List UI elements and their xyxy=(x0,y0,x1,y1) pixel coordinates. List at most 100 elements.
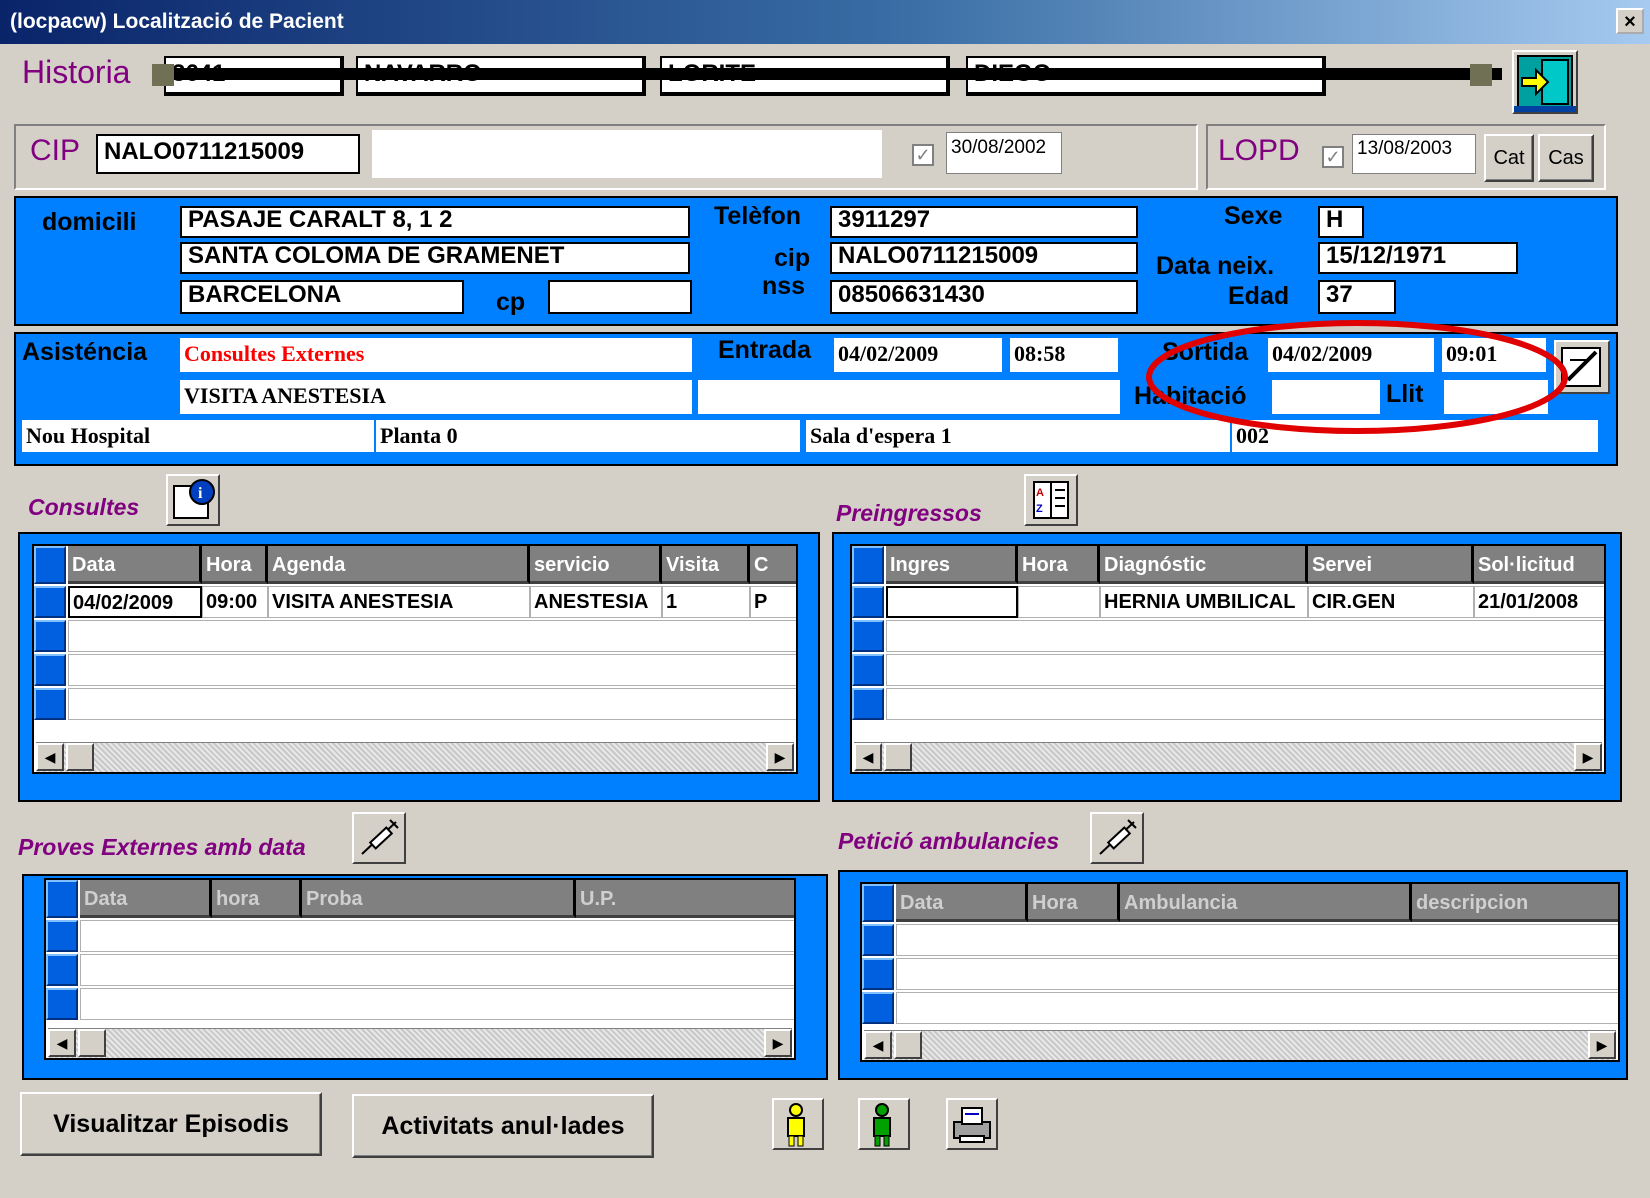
ambulancies-add-button[interactable] xyxy=(1090,812,1144,864)
cas-button[interactable]: Cas xyxy=(1538,134,1594,182)
preingressos-col-diagnostic[interactable]: Diagnóstic xyxy=(1100,546,1308,584)
cip2-field[interactable]: NALO0711215009 xyxy=(830,242,1138,274)
ambulancies-col-data[interactable]: Data xyxy=(896,884,1028,922)
cip-checkbox[interactable]: ✓ xyxy=(912,144,934,166)
consultes-row3[interactable] xyxy=(68,654,796,686)
proves-header-selector[interactable] xyxy=(46,880,78,918)
consultes-row1-data[interactable]: 04/02/2009 xyxy=(68,586,202,618)
address-line1-field[interactable]: PASAJE CARALT 8, 1 2 xyxy=(180,206,690,238)
nss-field[interactable]: 08506631430 xyxy=(830,280,1138,314)
scroll-right-icon[interactable]: ▶ xyxy=(766,743,794,771)
ambulancies-row3-selector[interactable] xyxy=(862,992,894,1024)
ambulancies-header-selector[interactable] xyxy=(862,884,894,922)
data-neix-field[interactable]: 15/12/1971 xyxy=(1318,242,1518,274)
scroll-left-icon[interactable]: ◀ xyxy=(854,743,882,771)
proves-col-up[interactable]: U.P. xyxy=(576,880,794,918)
consultes-col-hora[interactable]: Hora xyxy=(202,546,268,584)
print-button[interactable] xyxy=(946,1098,998,1150)
proves-hscrollbar[interactable]: ◀ ▶ xyxy=(48,1028,792,1058)
person-yellow-button[interactable] xyxy=(772,1098,824,1150)
preingressos-row1-diagnostic[interactable]: HERNIA UMBILICAL xyxy=(1100,586,1308,618)
proves-col-proba[interactable]: Proba xyxy=(302,880,576,918)
preingressos-row2-selector[interactable] xyxy=(852,620,884,652)
proves-row1-selector[interactable] xyxy=(46,920,78,952)
entrada-date-field[interactable]: 04/02/2009 xyxy=(834,338,1002,372)
scroll-left-icon[interactable]: ◀ xyxy=(36,743,64,771)
consultes-row3-selector[interactable] xyxy=(34,654,66,686)
exit-button[interactable] xyxy=(1512,50,1578,114)
consultes-col-data[interactable]: Data xyxy=(68,546,202,584)
consultes-row4-selector[interactable] xyxy=(34,688,66,720)
consultes-row2-selector[interactable] xyxy=(34,620,66,652)
cat-button[interactable]: Cat xyxy=(1484,134,1534,182)
asistencia-sub-field[interactable]: VISITA ANESTESIA xyxy=(180,380,692,414)
scroll-left-icon[interactable]: ◀ xyxy=(864,1031,892,1059)
consultes-info-button[interactable]: i xyxy=(166,474,220,526)
ambulancies-row2[interactable] xyxy=(896,958,1618,990)
preingressos-col-ingres[interactable]: Ingres xyxy=(886,546,1018,584)
preingressos-row1-selector[interactable] xyxy=(852,586,884,618)
ambulancies-row1[interactable] xyxy=(896,924,1618,956)
preingressos-row1-hora[interactable] xyxy=(1018,586,1100,618)
ambulancies-row3[interactable] xyxy=(896,992,1618,1024)
proves-row2-selector[interactable] xyxy=(46,954,78,986)
preingressos-col-servei[interactable]: Servei xyxy=(1308,546,1474,584)
consultes-header-selector[interactable] xyxy=(34,546,66,584)
sexe-field[interactable]: H xyxy=(1318,206,1364,238)
lopd-checkbox[interactable]: ✓ xyxy=(1322,146,1344,168)
consultes-col-c[interactable]: C xyxy=(750,546,796,584)
entrada-time-field[interactable]: 08:58 xyxy=(1010,338,1118,372)
preingressos-row4-selector[interactable] xyxy=(852,688,884,720)
preingressos-row3-selector[interactable] xyxy=(852,654,884,686)
preingressos-sort-button[interactable]: A Z xyxy=(1024,474,1078,526)
consultes-row1-hora[interactable]: 09:00 xyxy=(202,586,268,618)
ambulancies-col-ambulancia[interactable]: Ambulancia xyxy=(1120,884,1412,922)
person-green-button[interactable] xyxy=(858,1098,910,1150)
proves-col-hora[interactable]: hora xyxy=(212,880,302,918)
scroll-thumb[interactable] xyxy=(78,1029,106,1057)
consultes-row1-visita[interactable]: 1 xyxy=(662,586,750,618)
preingressos-row1-ingres[interactable] xyxy=(886,586,1018,618)
preingressos-col-hora[interactable]: Hora xyxy=(1018,546,1100,584)
preingressos-row1-sollicitud[interactable]: 21/01/2008 xyxy=(1474,586,1604,618)
proves-row3[interactable] xyxy=(80,988,794,1020)
scroll-thumb[interactable] xyxy=(894,1031,922,1059)
address-line2-field[interactable]: SANTA COLOMA DE GRAMENET xyxy=(180,242,690,274)
asistencia-type-field[interactable]: Consultes Externes xyxy=(180,338,692,372)
proves-row1[interactable] xyxy=(80,920,794,952)
ambulancies-col-hora[interactable]: Hora xyxy=(1028,884,1120,922)
scroll-thumb[interactable] xyxy=(66,743,94,771)
location-floor-field[interactable]: Planta 0 xyxy=(376,420,800,452)
telefon-field[interactable]: 3911297 xyxy=(830,206,1138,238)
close-button[interactable]: × xyxy=(1616,8,1644,34)
scroll-right-icon[interactable]: ▶ xyxy=(764,1029,792,1057)
scroll-right-icon[interactable]: ▶ xyxy=(1588,1031,1616,1059)
preingressos-row1-servei[interactable]: CIR.GEN xyxy=(1308,586,1474,618)
address-line3-field[interactable]: BARCELONA xyxy=(180,280,464,314)
consultes-col-agenda[interactable]: Agenda xyxy=(268,546,530,584)
consultes-row1-selector[interactable] xyxy=(34,586,66,618)
proves-row3-selector[interactable] xyxy=(46,988,78,1020)
preingressos-hscrollbar[interactable]: ◀ ▶ xyxy=(854,742,1602,772)
proves-add-button[interactable] xyxy=(352,812,406,864)
preingressos-col-sollicitud[interactable]: Sol·licitud xyxy=(1474,546,1604,584)
location-hospital-field[interactable]: Nou Hospital xyxy=(22,420,374,452)
cip-extra-field[interactable] xyxy=(372,130,882,178)
consultes-col-visita[interactable]: Visita xyxy=(662,546,750,584)
proves-col-data[interactable]: Data xyxy=(80,880,212,918)
preingressos-row3[interactable] xyxy=(886,654,1604,686)
consultes-row1-c[interactable]: P xyxy=(750,586,796,618)
ambulancies-row2-selector[interactable] xyxy=(862,958,894,990)
cip-field[interactable]: NALO0711215009 xyxy=(96,134,360,174)
scroll-left-icon[interactable]: ◀ xyxy=(48,1029,76,1057)
preingressos-row4[interactable] xyxy=(886,688,1604,720)
ambulancies-hscrollbar[interactable]: ◀ ▶ xyxy=(864,1030,1616,1060)
proves-row2[interactable] xyxy=(80,954,794,986)
consultes-row1-agenda[interactable]: VISITA ANESTESIA xyxy=(268,586,530,618)
scroll-thumb[interactable] xyxy=(884,743,912,771)
consultes-row1-servicio[interactable]: ANESTESIA xyxy=(530,586,662,618)
edad-field[interactable]: 37 xyxy=(1318,280,1396,314)
consultes-row4[interactable] xyxy=(68,688,796,720)
ambulancies-row1-selector[interactable] xyxy=(862,924,894,956)
consultes-hscrollbar[interactable]: ◀ ▶ xyxy=(36,742,794,772)
